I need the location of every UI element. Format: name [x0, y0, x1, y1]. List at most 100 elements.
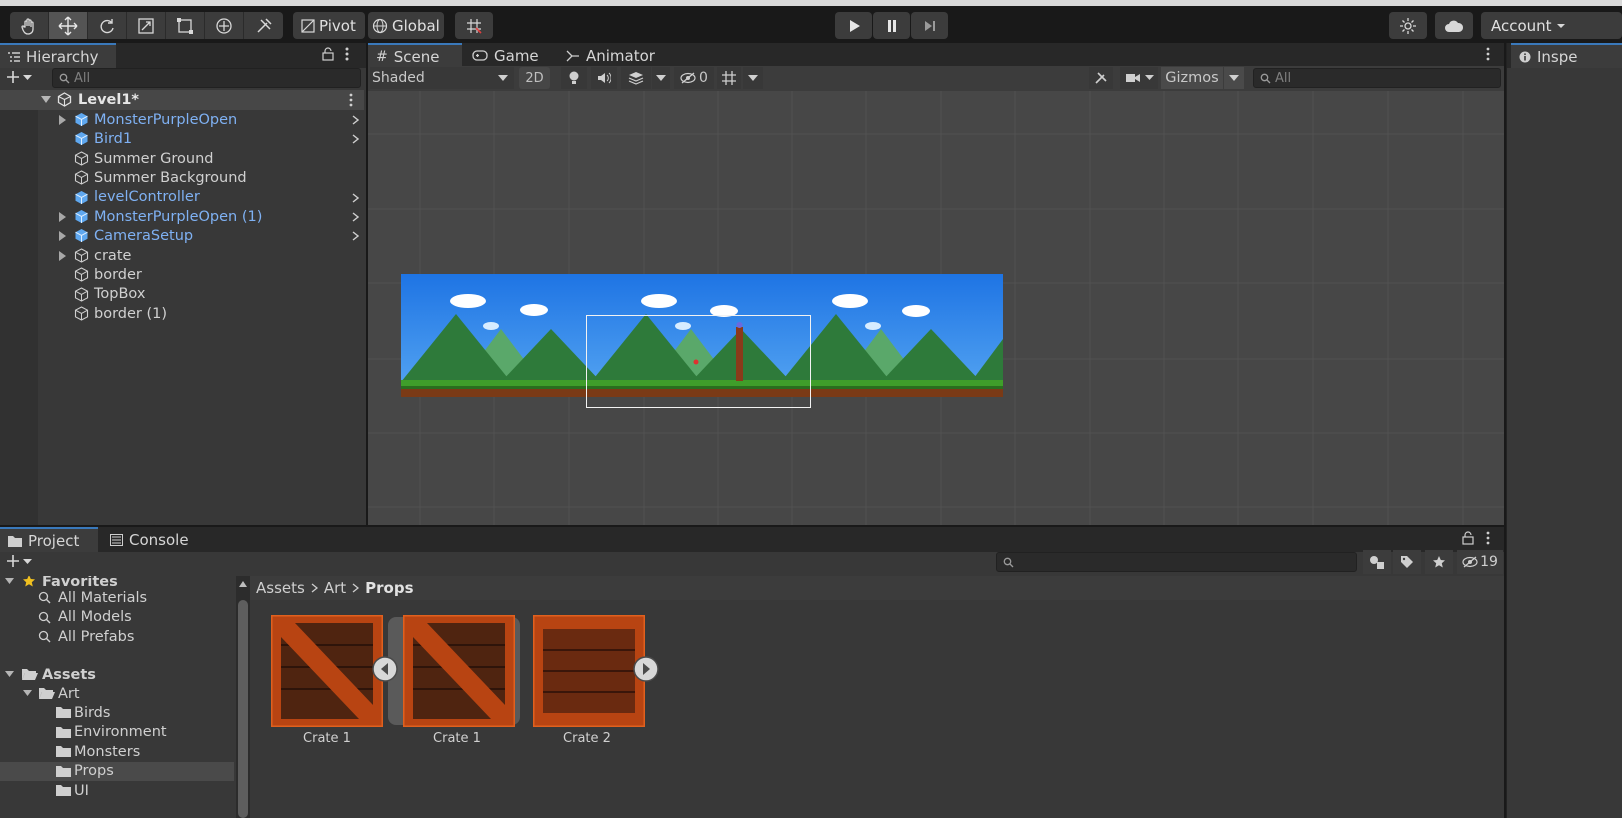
create-asset-button[interactable] [6, 554, 32, 568]
expand-arrow-icon[interactable] [59, 231, 66, 242]
expand-arrow-icon[interactable] [23, 690, 32, 697]
favorites-item[interactable]: All Materials [0, 588, 234, 608]
breadcrumb-assets[interactable]: Assets [256, 579, 305, 597]
tab-hierarchy[interactable]: Hierarchy [0, 43, 116, 68]
scrollbar-thumb[interactable] [238, 600, 248, 818]
hierarchy-item[interactable]: crate [0, 246, 364, 266]
scene-root-row[interactable]: Level1* [0, 90, 364, 110]
tab-project[interactable]: Project [0, 527, 98, 552]
pivot-toggle[interactable]: Pivot [293, 12, 365, 39]
expand-arrow-icon[interactable] [5, 578, 14, 585]
asset-thumb-crate1[interactable] [271, 615, 383, 727]
favorites-item[interactable]: All Models [0, 608, 234, 628]
hidden-packages-toggle[interactable]: 19 [1457, 550, 1503, 574]
folder-tree-scrollbar[interactable] [236, 576, 250, 818]
pause-button[interactable] [873, 12, 910, 39]
art-folder[interactable]: Art [0, 684, 234, 704]
lighting-toggle[interactable] [561, 67, 587, 89]
tab-console[interactable]: Console [102, 527, 196, 552]
rotate-tool-button[interactable] [88, 12, 127, 39]
star-icon [22, 576, 36, 588]
tab-scene[interactable]: # Scene [368, 43, 462, 68]
transform-tool-button[interactable] [205, 12, 244, 39]
effects-dropdown[interactable] [652, 67, 670, 89]
favorites-filter-button[interactable] [1425, 550, 1453, 574]
chevron-right-icon[interactable] [352, 134, 359, 144]
chevron-right-icon[interactable] [352, 231, 359, 241]
gizmos-dropdown[interactable] [1224, 67, 1244, 89]
add-object-button[interactable] [6, 70, 32, 84]
hidden-objects-toggle[interactable]: 0 [674, 67, 714, 89]
expand-variant-button[interactable] [633, 656, 659, 682]
global-toggle[interactable]: Global [368, 12, 444, 39]
camera-settings-button[interactable] [1120, 67, 1158, 89]
collapse-variant-button[interactable] [372, 656, 398, 682]
expand-arrow-icon[interactable] [59, 115, 66, 125]
2d-toggle-button[interactable]: 2D [519, 67, 550, 89]
project-search-input[interactable] [996, 552, 1357, 572]
folder-item[interactable]: Environment [0, 723, 234, 743]
kebab-menu-icon[interactable] [349, 93, 353, 107]
chevron-right-icon[interactable] [352, 212, 359, 222]
step-button[interactable] [911, 12, 948, 39]
grid-dropdown[interactable] [743, 67, 763, 89]
hierarchy-item[interactable]: border (1) [0, 304, 364, 324]
hierarchy-item[interactable]: Bird1 [0, 129, 364, 149]
rect-tool-button[interactable] [166, 12, 205, 39]
tab-game[interactable]: Game [464, 43, 554, 68]
hierarchy-item[interactable]: levelController [0, 188, 364, 208]
scene-search-input[interactable]: All [1253, 68, 1501, 88]
kebab-menu-icon[interactable] [1486, 47, 1490, 61]
kebab-menu-icon[interactable] [345, 47, 349, 61]
asset-thumb-crate1-variant[interactable] [403, 615, 515, 727]
grid-snap-button[interactable] [455, 12, 493, 39]
hierarchy-item[interactable]: CameraSetup [0, 226, 364, 246]
hierarchy-item[interactable]: MonsterPurpleOpen (1) [0, 207, 364, 227]
scene-tools-button[interactable] [1089, 67, 1113, 89]
account-dropdown[interactable]: Account [1481, 12, 1622, 39]
expand-arrow-icon[interactable] [5, 671, 14, 678]
custom-tool-button[interactable] [244, 12, 283, 39]
folder-item[interactable]: UI [0, 781, 234, 801]
hierarchy-search-input[interactable]: All [52, 68, 361, 88]
folder-item[interactable]: Monsters [0, 742, 234, 762]
hierarchy-item[interactable]: border [0, 265, 364, 285]
hand-tool-button[interactable] [10, 12, 49, 39]
play-button[interactable] [835, 12, 872, 39]
hierarchy-item[interactable]: Summer Background [0, 168, 364, 188]
hierarchy-item[interactable]: Summer Ground [0, 149, 364, 169]
grid-toggle[interactable] [717, 67, 741, 89]
expand-arrow-icon[interactable] [41, 96, 51, 104]
filter-by-type-button[interactable] [1363, 550, 1391, 574]
favorites-item[interactable]: All Prefabs [0, 627, 234, 647]
folder-item[interactable]: Props [0, 761, 234, 781]
breadcrumb-art[interactable]: Art [324, 579, 346, 597]
hierarchy-item[interactable]: MonsterPurpleOpen [0, 110, 364, 130]
effects-toggle[interactable] [621, 67, 651, 89]
audio-toggle[interactable] [591, 67, 617, 89]
hierarchy-item[interactable]: TopBox [0, 285, 364, 305]
chevron-right-icon[interactable] [352, 193, 359, 203]
tab-animator[interactable]: Animator [558, 43, 658, 68]
chevron-right-icon[interactable] [352, 115, 359, 125]
tab-inspector[interactable]: Inspe [1511, 43, 1622, 68]
cloud-button[interactable] [1435, 12, 1473, 39]
assets-header[interactable]: Assets [0, 665, 234, 685]
move-tool-button[interactable] [49, 12, 88, 39]
shading-mode-dropdown[interactable]: Shaded [370, 67, 514, 89]
lock-icon[interactable] [1462, 531, 1474, 545]
breadcrumb-props[interactable]: Props [365, 579, 413, 597]
lock-icon[interactable] [322, 47, 334, 61]
scroll-up-icon[interactable] [239, 581, 247, 587]
scene-viewport[interactable] [368, 91, 1504, 525]
expand-arrow-icon[interactable] [59, 212, 66, 222]
gizmos-button[interactable]: Gizmos [1161, 67, 1223, 89]
services-button[interactable] [1389, 12, 1427, 39]
scale-tool-button[interactable] [127, 12, 166, 39]
globe-icon [372, 18, 388, 34]
expand-arrow-icon[interactable] [59, 250, 66, 261]
kebab-menu-icon[interactable] [1486, 531, 1490, 545]
asset-thumb-crate2[interactable] [533, 615, 645, 727]
filter-by-label-button[interactable] [1393, 550, 1421, 574]
folder-item[interactable]: Birds [0, 703, 234, 723]
